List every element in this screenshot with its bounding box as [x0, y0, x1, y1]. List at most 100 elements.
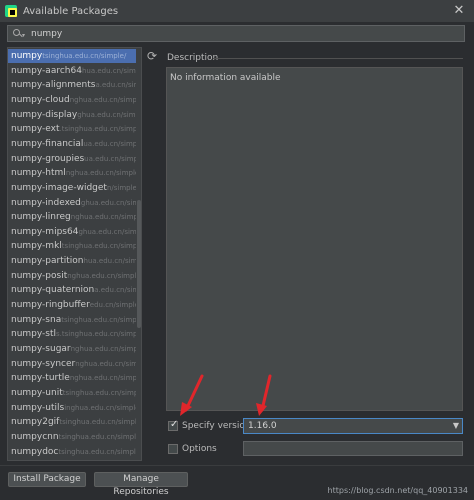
manage-repositories-button[interactable]: Manage Repositories	[94, 472, 188, 497]
package-list-item[interactable]: numpy-mips64ghua.edu.cn/simple/	[8, 225, 136, 239]
package-name: numpy-aarch64	[11, 65, 82, 76]
package-repo: nghua.edu.cn/simple/	[65, 169, 136, 178]
package-name: numpy-ext	[11, 124, 60, 135]
package-name: numpy-cloud	[11, 94, 70, 105]
package-list-item[interactable]: numpy-cloudnghua.edu.cn/simple/	[8, 93, 136, 107]
package-name: numpy-alignments	[11, 80, 96, 91]
description-label: Description	[167, 53, 219, 63]
package-repo: tsinghua.edu.cn/simple/	[58, 432, 136, 441]
package-name: numpy-html	[11, 168, 66, 179]
version-value: 1.16.0	[248, 421, 277, 431]
package-list-item[interactable]: numpy-ext.tsinghua.edu.cn/simple/	[8, 122, 136, 136]
package-repo: s.tsinghua.edu.cn/simple/	[56, 330, 136, 339]
options-input[interactable]	[243, 441, 463, 456]
package-list-item[interactable]: numpy-mkltsinghua.edu.cn/simple/	[8, 239, 136, 253]
install-package-button[interactable]: Install Package	[8, 472, 86, 487]
package-list-item[interactable]: numpytsinghua.edu.cn/simple/	[8, 49, 136, 63]
package-name: numpy-financial	[11, 138, 84, 149]
package-list-item[interactable]: numpy-utilsinghua.edu.cn/simple/	[8, 401, 136, 415]
package-list[interactable]: numpytsinghua.edu.cn/simple/numpy-aarch6…	[7, 47, 142, 461]
package-name: numpy-groupies	[11, 153, 85, 164]
package-list-item[interactable]: numpycnntsinghua.edu.cn/simple/	[8, 430, 136, 444]
specify-version-label: Specify version	[182, 421, 251, 431]
package-list-item[interactable]: numpy-financialua.edu.cn/simple/	[8, 137, 136, 151]
package-name: numpy	[11, 51, 43, 61]
package-name: numpy-mkl	[11, 241, 62, 252]
specify-version-checkbox[interactable]: ✓	[168, 419, 178, 431]
annotation-arrow-left	[180, 374, 204, 416]
package-repo: hua.edu.cn/simple/	[83, 257, 136, 266]
description-divider	[213, 58, 463, 59]
package-list-item[interactable]: numpy2giftsinghua.edu.cn/simple/	[8, 415, 136, 429]
package-repo: nghua.edu.cn/simple/	[69, 374, 136, 383]
package-repo: inghua.edu.cn/simple/	[64, 403, 136, 412]
package-name: numpy-posit	[11, 270, 68, 281]
window-title: Available Packages	[23, 5, 119, 17]
package-name: numpy-display	[11, 109, 78, 120]
package-name: numpydoc	[11, 446, 59, 457]
package-repo: ghua.edu.cn/simple/	[78, 227, 136, 236]
package-repo: nghua.edu.cn/simple/	[67, 271, 136, 280]
package-list-item[interactable]: numpy-syncernghua.edu.cn/simple/	[8, 357, 136, 371]
annotation-arrow-right	[256, 374, 272, 416]
package-repo: a.edu.cn/simple/	[95, 81, 136, 90]
package-list-item[interactable]: numpy-htmlnghua.edu.cn/simple/	[8, 166, 136, 180]
watermark-text: https://blog.csdn.net/qq_40901334	[327, 486, 468, 495]
package-list-item[interactable]: numpy-indexedghua.edu.cn/simple/	[8, 196, 136, 210]
package-repo: nghua.edu.cn/simple/	[75, 359, 136, 368]
package-name: numpy-sna	[11, 314, 62, 325]
package-name: numpy-unit	[11, 387, 63, 398]
search-input[interactable]: ▾ numpy	[7, 25, 465, 42]
package-list-item[interactable]: numpy-stls.tsinghua.edu.cn/simple/	[8, 327, 136, 341]
package-name: numpy-mips64	[11, 226, 79, 237]
package-name: numpy-turtle	[11, 373, 70, 384]
package-list-item[interactable]: numpy-sugarnghua.edu.cn/simple/	[8, 342, 136, 356]
search-value[interactable]: numpy	[31, 29, 62, 39]
package-list-item[interactable]: numpy-quaterniona.edu.cn/simple/	[8, 283, 136, 297]
package-list-item[interactable]: numpy-displayghua.edu.cn/simple/	[8, 108, 136, 122]
package-repo: ghua.edu.cn/simple/	[77, 110, 136, 119]
description-panel: No information available	[166, 67, 463, 411]
package-repo: tsinghua.edu.cn/simple/	[42, 52, 127, 60]
package-list-item[interactable]: numpy-aarch64hua.edu.cn/simple/	[8, 64, 136, 78]
package-repo: .tsinghua.edu.cn/simple/	[59, 125, 136, 134]
options-checkbox[interactable]	[168, 444, 178, 454]
package-name: numpy-indexed	[11, 197, 81, 208]
package-name: numpy-utils	[11, 402, 65, 413]
footer-divider	[0, 465, 474, 466]
package-list-scrollbar[interactable]	[137, 200, 141, 328]
package-name: numpycnn	[11, 431, 59, 442]
package-list-item[interactable]: numpy-linregnghua.edu.cn/simple/	[8, 210, 136, 224]
package-repo: tsinghua.edu.cn/simple/	[61, 242, 136, 251]
package-repo: a.edu.cn/simple/	[94, 286, 136, 295]
package-repo: edu.cn/simple/	[89, 301, 136, 310]
package-list-item[interactable]: numpy-snatsinghua.edu.cn/simple/	[8, 313, 136, 327]
package-name: numpy-partition	[11, 256, 84, 267]
package-list-item[interactable]: numpy-ringbufferedu.cn/simple/	[8, 298, 136, 312]
package-name: numpy-linreg	[11, 212, 71, 223]
dropdown-arrow-icon[interactable]: ▼	[453, 421, 459, 430]
package-repo: hua.edu.cn/simple/	[81, 66, 136, 75]
package-list-item[interactable]: numpy-positnghua.edu.cn/simple/	[8, 269, 136, 283]
title-bar: Available Packages ✕	[0, 0, 474, 22]
package-repo: tsinghua.edu.cn/simple/	[59, 418, 136, 427]
package-repo: nghua.edu.cn/simple/	[69, 95, 136, 104]
search-icon[interactable]: ▾	[13, 28, 25, 39]
package-list-item[interactable]: numpy-partitionhua.edu.cn/simple/	[8, 254, 136, 268]
package-list-item[interactable]: numpy-turtlenghua.edu.cn/simple/	[8, 371, 136, 385]
refresh-icon[interactable]: ⟳	[146, 50, 158, 62]
options-label: Options	[182, 444, 217, 454]
package-list-item[interactable]: numpy-unittsinghua.edu.cn/simple/	[8, 386, 136, 400]
package-name: numpy-quaternion	[11, 285, 95, 296]
package-name: numpy2gif	[11, 417, 60, 428]
package-repo: ghua.edu.cn/simple/	[80, 198, 136, 207]
package-repo: nghua.edu.cn/simple/	[70, 345, 136, 353]
package-repo: nghua.edu.cn/simple/	[70, 213, 136, 222]
package-list-item[interactable]: numpy-alignmentsa.edu.cn/simple/	[8, 78, 136, 92]
package-list-item[interactable]: numpy-groupiesua.edu.cn/simple/	[8, 152, 136, 166]
close-icon[interactable]: ✕	[452, 4, 466, 18]
package-list-item[interactable]: numpy-image-widgetn/simple/	[8, 181, 136, 195]
package-name: numpy-stl	[11, 329, 57, 340]
package-repo: tsinghua.edu.cn/simple/	[58, 447, 136, 456]
package-list-item[interactable]: numpydoctsinghua.edu.cn/simple/	[8, 445, 136, 459]
